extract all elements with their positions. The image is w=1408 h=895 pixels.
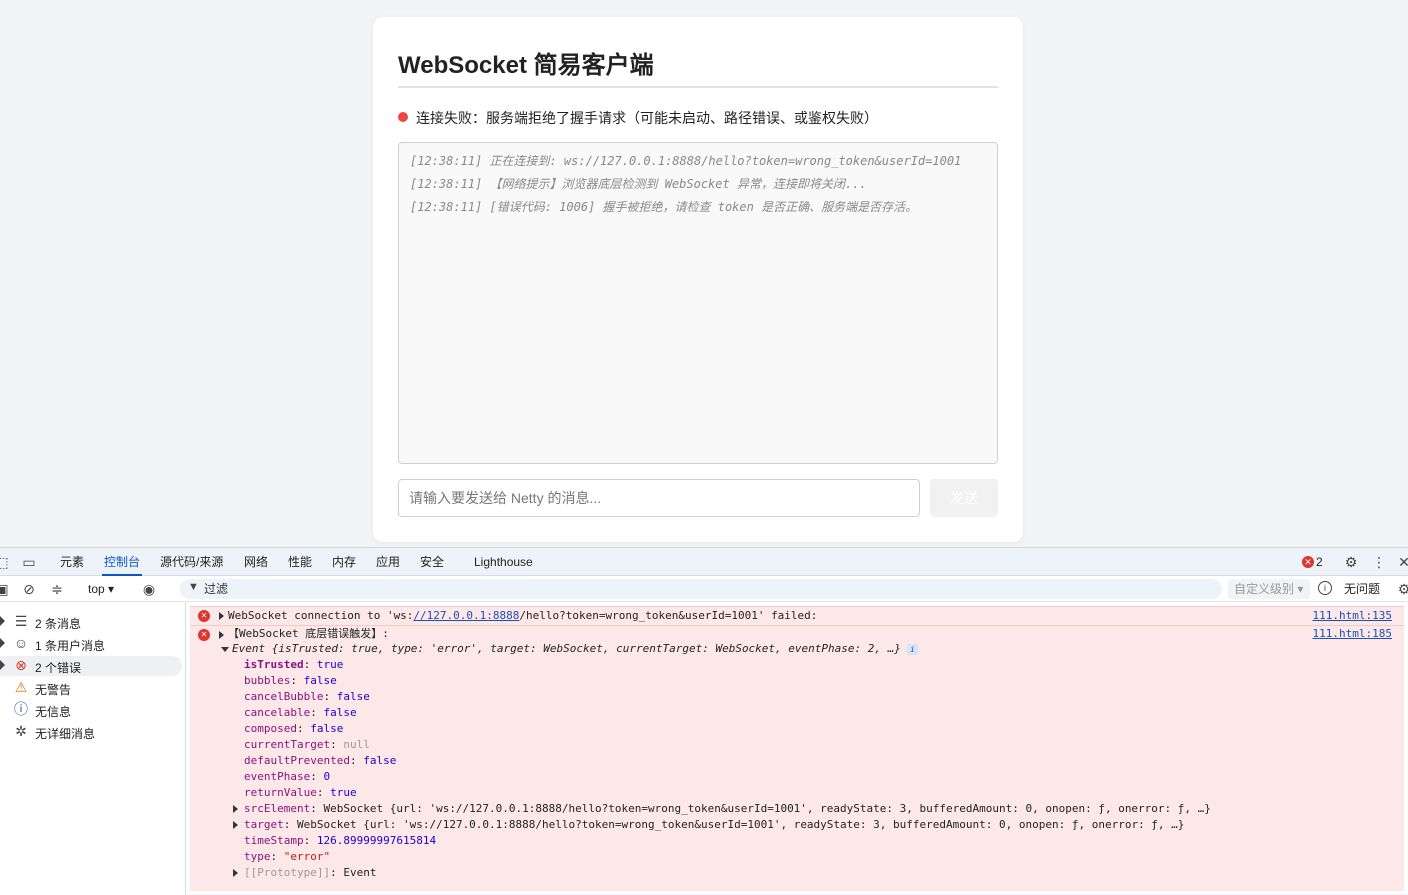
context-value: top bbox=[88, 582, 105, 596]
error-icon: ✕ bbox=[198, 610, 210, 622]
more-options-icon[interactable]: ⋮ bbox=[1371, 554, 1387, 570]
close-icon[interactable]: ✕ bbox=[1396, 554, 1408, 570]
collapse-arrow-icon[interactable] bbox=[221, 647, 229, 652]
list-icon: ☰ bbox=[14, 613, 28, 629]
connection-status: 连接失败：服务端拒绝了握手请求（可能未启动、路径错误、或鉴权失败） bbox=[416, 110, 878, 126]
tab-sources[interactable]: 源代码/来源 bbox=[160, 548, 223, 576]
event-prop: returnValue: true bbox=[244, 786, 357, 799]
event-prop: eventPhase: 0 bbox=[244, 770, 331, 783]
expand-arrow-icon[interactable] bbox=[0, 616, 5, 626]
event-prop: cancelable: false bbox=[244, 706, 357, 719]
event-prop-target[interactable]: target: WebSocket {url: 'ws://127.0.0.1:… bbox=[244, 817, 1184, 833]
tab-performance[interactable]: 性能 bbox=[288, 548, 312, 576]
sidebar-item-label: 1 条用户消息 bbox=[35, 639, 106, 653]
expand-arrow-icon[interactable] bbox=[233, 869, 238, 877]
event-prop: currentTarget: null bbox=[244, 738, 370, 751]
log-level-label: 自定义级别 bbox=[1234, 582, 1295, 596]
device-toolbar-icon[interactable]: ▭ bbox=[21, 554, 37, 570]
sidebar-item-info[interactable]: ⓘ 无信息 bbox=[0, 700, 182, 720]
console-error-message: ✕ WebSocket connection to 'ws://127.0.0.… bbox=[190, 606, 1404, 625]
info-icon[interactable]: i bbox=[906, 644, 918, 655]
error-header: 【WebSocket 底层错误触发】: bbox=[228, 627, 389, 640]
console-output[interactable]: ✕ WebSocket connection to 'ws://127.0.0.… bbox=[190, 606, 1404, 891]
filter-icon: ▼ bbox=[188, 581, 199, 593]
tab-application[interactable]: 应用 bbox=[376, 548, 400, 576]
sidebar-item-verbose[interactable]: ✲ 无详细消息 bbox=[0, 722, 182, 742]
event-prop: timeStamp: 126.89999997615814 bbox=[244, 834, 437, 847]
settings-gear-icon[interactable]: ⚙ bbox=[1343, 554, 1359, 570]
event-summary[interactable]: Event {isTrusted: true, type: 'error', t… bbox=[232, 641, 918, 657]
log-line: [12:38:11] 【网络提示】浏览器底层检测到 WebSocket 异常，连… bbox=[410, 177, 867, 191]
user-icon: ☺ bbox=[13, 635, 29, 651]
event-prop: defaultPrevented: false bbox=[244, 754, 397, 767]
event-prop-srcelement[interactable]: srcElement: WebSocket {url: 'ws://127.0.… bbox=[244, 801, 1211, 817]
sidebar-item-messages[interactable]: ☰ 2 条消息 bbox=[0, 612, 182, 632]
issues-info-icon[interactable]: i bbox=[1318, 581, 1332, 595]
expand-arrow-icon[interactable] bbox=[0, 638, 5, 648]
expand-arrow-icon[interactable] bbox=[219, 631, 224, 639]
client-card: WebSocket 简易客户端 连接失败：服务端拒绝了握手请求（可能未启动、路径… bbox=[373, 17, 1023, 542]
event-prop: isTrusted: true bbox=[244, 658, 344, 671]
collapse-icon[interactable]: ≑ bbox=[49, 581, 65, 597]
source-link[interactable]: 111.html:185 bbox=[1313, 626, 1392, 642]
send-button[interactable]: 发送 bbox=[930, 479, 998, 517]
status-dot-icon bbox=[398, 112, 408, 122]
console-settings-gear-icon[interactable]: ⚙ bbox=[1396, 581, 1408, 597]
source-link[interactable]: 111.html:135 bbox=[1313, 608, 1392, 624]
sidebar-item-label: 无信息 bbox=[35, 705, 72, 719]
page-viewport: WebSocket 简易客户端 连接失败：服务端拒绝了握手请求（可能未启动、路径… bbox=[0, 0, 1408, 547]
event-prop-prototype[interactable]: [[Prototype]]: Event bbox=[244, 865, 376, 881]
tab-memory[interactable]: 内存 bbox=[332, 548, 356, 576]
inspect-element-icon[interactable]: ⬚ bbox=[0, 554, 10, 570]
error-icon: ⊗ bbox=[15, 657, 27, 673]
log-line: [12:38:11] [错误代码: 1006] 握手被拒绝，请检查 token … bbox=[410, 200, 918, 214]
expand-arrow-icon[interactable] bbox=[0, 660, 5, 670]
page-title: WebSocket 简易客户端 bbox=[398, 52, 654, 79]
event-prop: type: "error" bbox=[244, 850, 331, 863]
expand-arrow-icon[interactable] bbox=[219, 612, 224, 620]
filter-input[interactable] bbox=[204, 579, 1104, 599]
error-count-icon[interactable]: ✕ bbox=[1302, 556, 1314, 568]
tab-security[interactable]: 安全 bbox=[420, 548, 444, 576]
devtools-tabbar: ⬚ ▭ 元素 控制台 源代码/来源 网络 性能 内存 应用 安全 Lightho… bbox=[0, 548, 1408, 576]
sidebar-item-warnings[interactable]: ⚠ 无警告 bbox=[0, 678, 182, 698]
info-icon: ⓘ bbox=[14, 701, 28, 717]
tab-lighthouse[interactable]: Lighthouse bbox=[474, 548, 533, 576]
context-select[interactable]: top ▾ bbox=[88, 576, 114, 602]
sidebar-item-label: 无详细消息 bbox=[35, 727, 96, 741]
tab-network[interactable]: 网络 bbox=[244, 548, 268, 576]
warning-icon: ⚠ bbox=[14, 679, 28, 695]
sidebar-item-errors[interactable]: ⊗ 2 个错误 bbox=[0, 656, 182, 676]
console-sidebar: ☰ 2 条消息 ☺ 1 条用户消息 ⊗ 2 个错误 ⚠ 无警告 ⓘ 无信息 ✲ … bbox=[0, 602, 186, 895]
expand-arrow-icon[interactable] bbox=[233, 805, 238, 813]
sidebar-item-label: 2 条消息 bbox=[35, 617, 82, 631]
issues-label[interactable]: 无问题 bbox=[1344, 576, 1380, 602]
log-level-select[interactable]: 自定义级别 ▾ bbox=[1228, 579, 1310, 599]
message-log[interactable]: [12:38:11] 正在连接到: ws://127.0.0.1:8888/he… bbox=[398, 142, 998, 464]
event-prop: bubbles: false bbox=[244, 674, 337, 687]
console-error-message: ✕ 【WebSocket 底层错误触发】: 111.html:185 Event… bbox=[190, 625, 1404, 891]
devtools-panel: ⬚ ▭ 元素 控制台 源代码/来源 网络 性能 内存 应用 安全 Lightho… bbox=[0, 547, 1408, 895]
tab-elements[interactable]: 元素 bbox=[60, 548, 84, 576]
sidebar-item-label: 2 个错误 bbox=[35, 661, 82, 675]
clear-console-icon[interactable]: ⊘ bbox=[21, 581, 37, 597]
event-prop: cancelBubble: false bbox=[244, 690, 370, 703]
error-text: WebSocket connection to 'ws://127.0.0.1:… bbox=[228, 609, 818, 622]
log-line: [12:38:11] 正在连接到: ws://127.0.0.1:8888/he… bbox=[410, 154, 962, 168]
error-url-link[interactable]: //127.0.0.1:8888 bbox=[413, 609, 519, 622]
filter-box[interactable]: ▼ bbox=[180, 579, 1222, 599]
live-expression-eye-icon[interactable]: ◉ bbox=[141, 581, 157, 597]
sidebar-toggle-icon[interactable]: ▣ bbox=[0, 581, 10, 597]
event-prop: composed: false bbox=[244, 722, 344, 735]
expand-arrow-icon[interactable] bbox=[233, 821, 238, 829]
message-input[interactable] bbox=[398, 479, 920, 517]
tab-console[interactable]: 控制台 bbox=[101, 548, 143, 576]
bug-icon: ✲ bbox=[15, 723, 27, 739]
console-toolbar: ▣ ⊘ ≑ top ▾ ◉ ▼ 自定义级别 ▾ i 无问题 ⚙ bbox=[0, 576, 1408, 602]
title-divider bbox=[398, 86, 998, 88]
sidebar-item-label: 无警告 bbox=[35, 683, 72, 697]
error-count[interactable]: 2 bbox=[1316, 548, 1323, 576]
sidebar-item-user-messages[interactable]: ☺ 1 条用户消息 bbox=[0, 634, 182, 654]
error-icon: ✕ bbox=[198, 629, 210, 641]
